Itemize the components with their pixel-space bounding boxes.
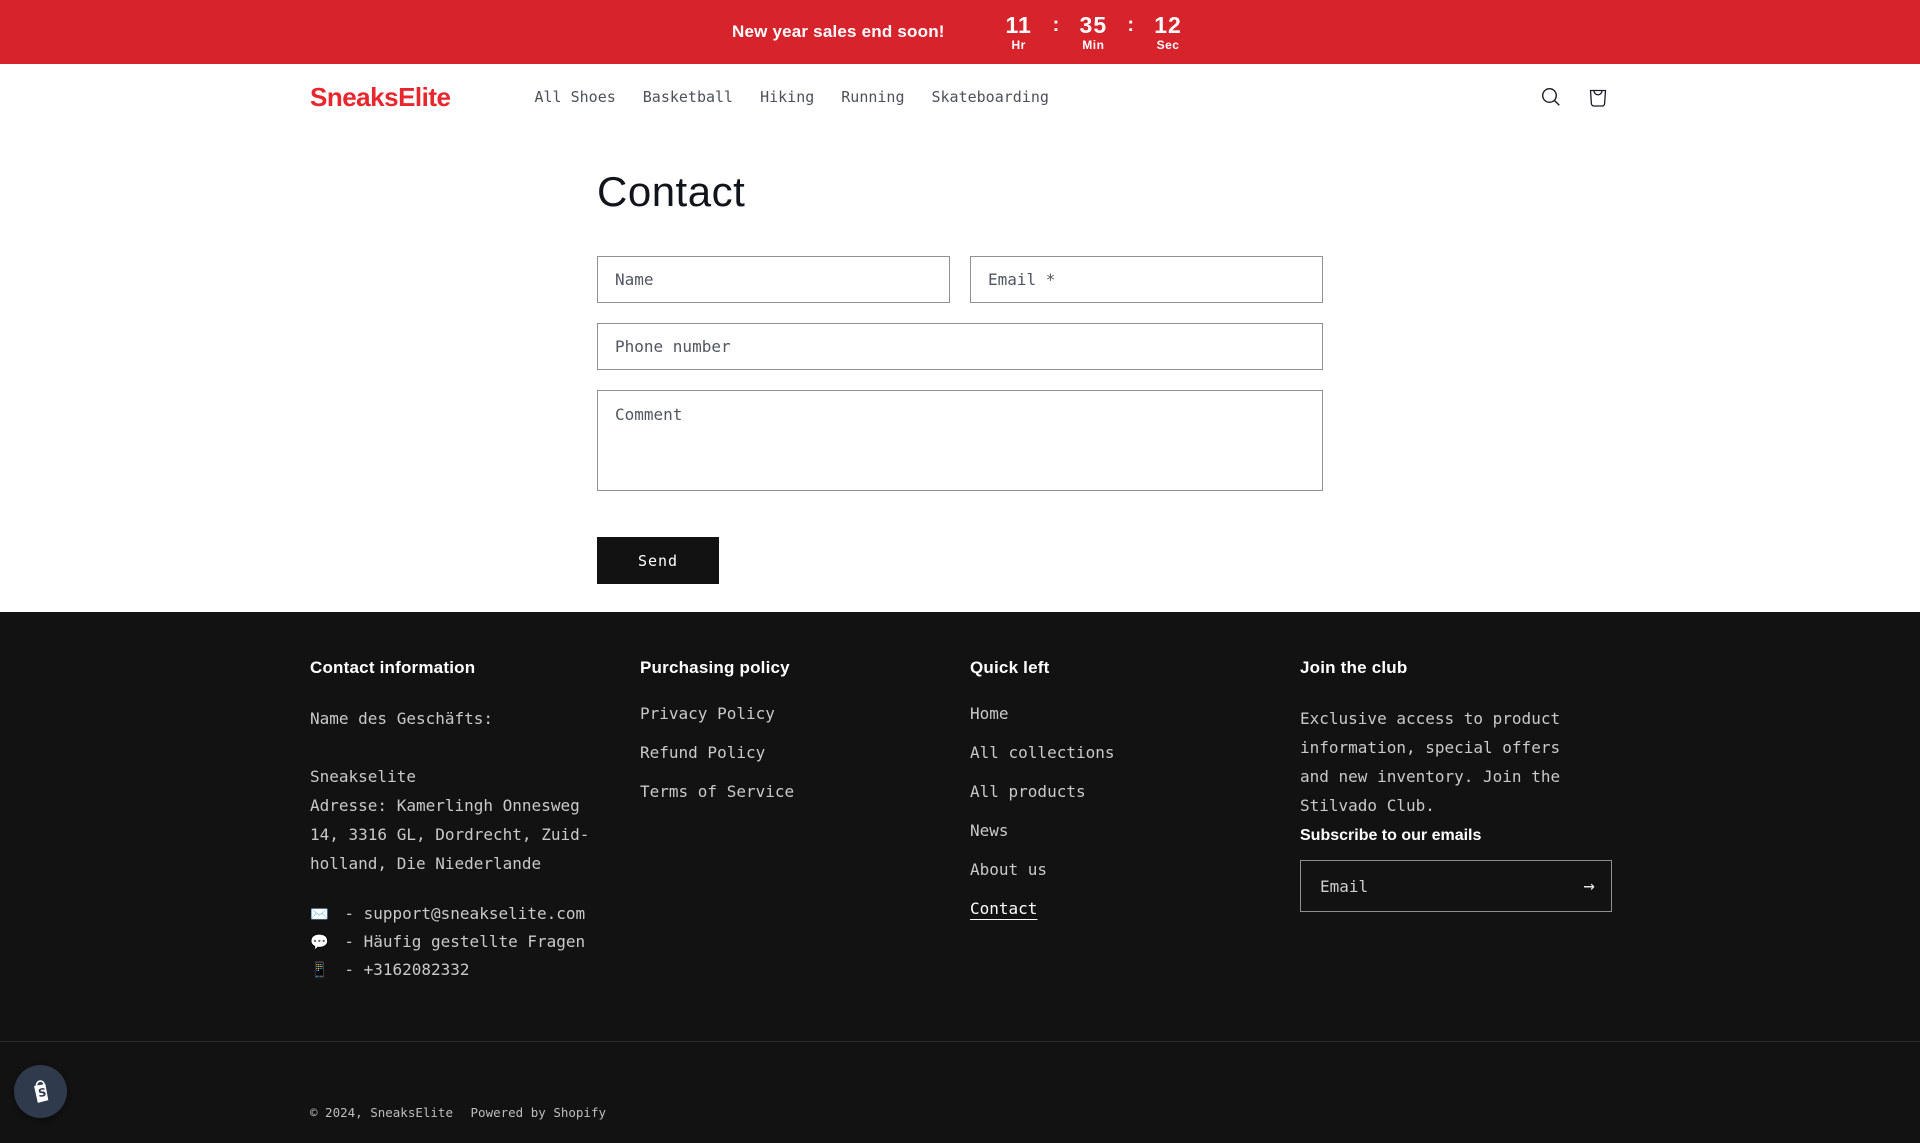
subscribe-label: Subscribe to our emails (1300, 827, 1612, 845)
contact-form: Send (597, 256, 1323, 584)
newsletter-email-input[interactable] (1301, 877, 1568, 896)
contact-method-faq: 💬 - Häufig gestellte Fragen (310, 928, 640, 956)
timer-hours: 11 Hr (999, 13, 1039, 52)
footer-purchasing-policy: Purchasing policy Privacy Policy Refund … (640, 658, 970, 984)
contact-method-email-text: - support@sneakselite.com (344, 904, 585, 923)
nav-link-all-shoes[interactable]: All Shoes (534, 88, 615, 106)
footer-quick-links: Quick left Home All collections All prod… (970, 658, 1300, 984)
search-button[interactable] (1539, 85, 1563, 109)
main-nav: All Shoes Basketball Hiking Running Skat… (534, 88, 1048, 106)
timer-hours-value: 11 (1005, 13, 1031, 37)
store-name-label: Name des Geschäfts: (310, 704, 610, 733)
name-input[interactable] (597, 256, 950, 303)
store-logo[interactable]: SneaksElite (310, 82, 450, 113)
timer-separator: : (1127, 13, 1134, 37)
phone-input[interactable] (597, 323, 1323, 370)
footer-contact-information: Contact information Name des Geschäfts: … (310, 658, 640, 984)
envelope-icon: ✉️ (310, 905, 329, 923)
search-icon (1540, 86, 1562, 108)
copyright-link[interactable]: © 2024, SneaksElite (310, 1105, 453, 1120)
nav-link-running[interactable]: Running (841, 88, 904, 106)
store-address: Adresse: Kamerlingh Onnesweg 14, 3316 GL… (310, 791, 610, 878)
footer-link-contact[interactable]: Contact (970, 899, 1037, 918)
email-input[interactable] (970, 256, 1323, 303)
arrow-right-icon: → (1584, 875, 1595, 897)
footer-link-home[interactable]: Home (970, 704, 1009, 723)
countdown-timer: 11 Hr : 35 Min : 12 Sec (999, 13, 1188, 52)
footer-heading-contact-information: Contact information (310, 658, 640, 678)
cart-icon (1587, 86, 1609, 108)
footer-link-news[interactable]: News (970, 821, 1009, 840)
timer-minutes-label: Min (1082, 38, 1104, 52)
contact-methods: ✉️ - support@sneakselite.com 💬 - Häufig … (310, 900, 640, 984)
footer-heading-quick-left: Quick left (970, 658, 1300, 678)
timer-seconds: 12 Sec (1148, 13, 1188, 52)
timer-separator: : (1053, 13, 1060, 37)
shopify-bag-icon: S (26, 1077, 56, 1107)
footer-link-terms-of-service[interactable]: Terms of Service (640, 782, 794, 801)
footer-heading-join-the-club: Join the club (1300, 658, 1612, 678)
footer-link-privacy-policy[interactable]: Privacy Policy (640, 704, 775, 723)
timer-minutes-value: 35 (1080, 13, 1108, 37)
contact-method-email: ✉️ - support@sneakselite.com (310, 900, 640, 928)
site-footer: Contact information Name des Geschäfts: … (0, 612, 1920, 1143)
timer-seconds-label: Sec (1157, 38, 1180, 52)
copyright-bar: © 2024, SneaksElite Powered by Shopify (310, 1042, 1610, 1120)
newsletter-signup: → (1300, 860, 1612, 912)
newsletter-submit-button[interactable]: → (1568, 875, 1611, 897)
contact-method-phone: 📱 - +3162082332 (310, 956, 640, 984)
footer-link-all-products[interactable]: All products (970, 782, 1086, 801)
footer-link-refund-policy[interactable]: Refund Policy (640, 743, 765, 762)
announcement-bar: New year sales end soon! 11 Hr : 35 Min … (0, 0, 1920, 64)
join-club-description: Exclusive access to product information,… (1300, 704, 1596, 820)
timer-hours-label: Hr (1011, 38, 1025, 52)
powered-by-shopify-link[interactable]: Powered by Shopify (471, 1105, 606, 1120)
footer-link-all-collections[interactable]: All collections (970, 743, 1115, 762)
comment-textarea[interactable] (597, 390, 1323, 491)
nav-link-skateboarding[interactable]: Skateboarding (931, 88, 1048, 106)
nav-link-basketball[interactable]: Basketball (643, 88, 733, 106)
speech-bubble-icon: 💬 (310, 933, 329, 951)
footer-heading-purchasing-policy: Purchasing policy (640, 658, 970, 678)
nav-link-hiking[interactable]: Hiking (760, 88, 814, 106)
cart-button[interactable] (1586, 85, 1610, 109)
store-name: Sneakselite (310, 762, 610, 791)
shopify-chat-button[interactable]: S (14, 1065, 67, 1118)
timer-seconds-value: 12 (1154, 13, 1182, 37)
contact-method-faq-text: - Häufig gestellte Fragen (344, 932, 585, 951)
mobile-phone-icon: 📱 (310, 961, 329, 979)
announcement-message: New year sales end soon! (732, 22, 945, 42)
main-content: Contact Send (0, 130, 1920, 612)
footer-join-the-club: Join the club Exclusive access to produc… (1300, 658, 1612, 984)
site-header: SneaksElite All Shoes Basketball Hiking … (0, 64, 1920, 130)
contact-method-phone-text: - +3162082332 (344, 960, 469, 979)
footer-link-about-us[interactable]: About us (970, 860, 1047, 879)
timer-minutes: 35 Min (1073, 13, 1113, 52)
send-button[interactable]: Send (597, 537, 719, 584)
page-title: Contact (597, 168, 1323, 216)
